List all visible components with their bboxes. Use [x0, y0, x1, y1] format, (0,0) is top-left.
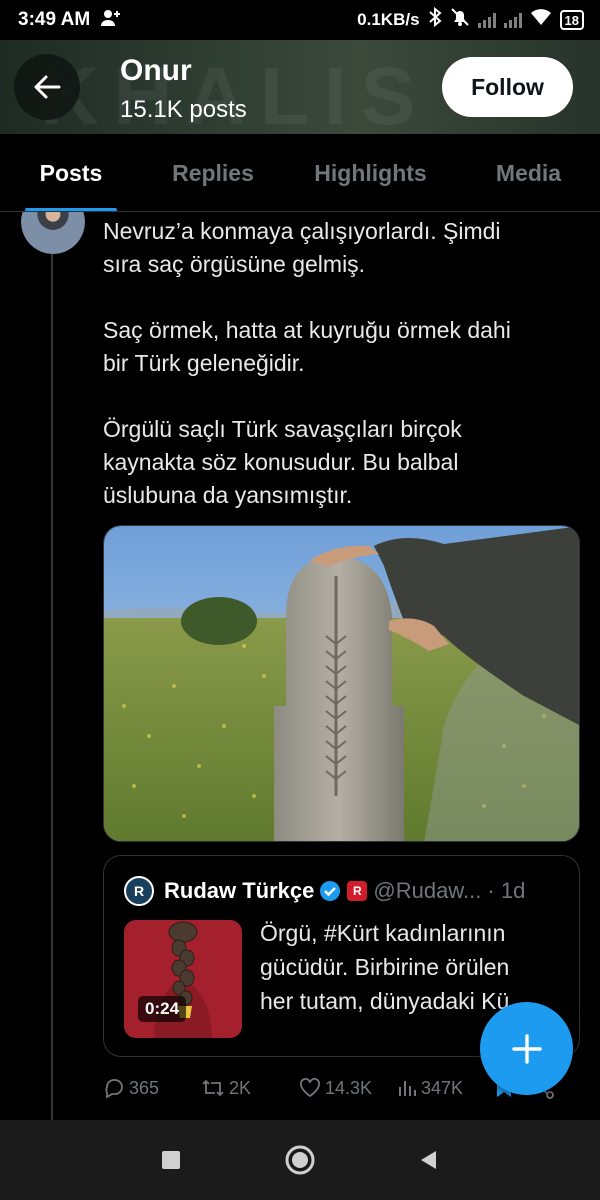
repost-button[interactable]: 2K — [201, 1077, 299, 1099]
quoted-handle: @Rudaw... · 1d — [373, 878, 526, 903]
quoted-line: gücüdür. Birbirine örülen — [260, 954, 510, 980]
bluetooth-icon — [428, 6, 442, 33]
profile-tabs: Posts Replies Highlights Media — [0, 134, 600, 212]
video-duration: 0:24 — [138, 996, 187, 1022]
post-count: 15.1K posts — [120, 96, 247, 123]
recent-apps-button[interactable] — [159, 1148, 183, 1172]
signal-icon — [477, 12, 496, 28]
mute-bell-icon — [450, 7, 470, 33]
quoted-line: Örgü, #Kürt kadınlarının — [260, 920, 506, 946]
battery-level: 18 — [564, 12, 579, 28]
repost-icon — [202, 1079, 224, 1097]
signal-icon-2 — [503, 12, 522, 28]
tweet-text: Nevruz’a konmaya çalışıyorlardı. Şimdi s… — [103, 215, 583, 512]
tweet-line: üslubuna da yansımıştır. — [103, 482, 353, 508]
views-icon — [399, 1081, 416, 1096]
tweet-line: Saç örmek, hatta at kuyruğu örmek dahi — [103, 317, 511, 343]
profile-name: Onur — [120, 54, 192, 87]
tab-posts-label: Posts — [39, 159, 103, 186]
tab-posts[interactable]: Posts — [0, 134, 142, 212]
status-time: 3:49 AM — [18, 9, 91, 30]
tweet-line: Örgülü saçlı Türk savaşçıları birçok — [103, 416, 462, 442]
thread-line — [51, 252, 53, 1120]
wifi-icon — [530, 8, 552, 32]
view-count: 347K — [421, 1077, 464, 1098]
tweet-line: Nevruz’a konmaya çalışıyorlardı. Şimdi — [103, 218, 501, 244]
verified-badge-icon — [320, 881, 341, 901]
quoted-video-thumbnail[interactable]: 0:24 — [124, 920, 242, 1038]
quoted-tweet-header: R Rudaw Türkçe R @Rudaw... · 1d — [124, 876, 564, 906]
profile-header: KHALIS Onur 15.1K posts Follow — [0, 40, 600, 134]
like-button[interactable]: 14.3K — [299, 1078, 397, 1099]
tab-replies[interactable]: Replies — [142, 134, 284, 212]
heart-icon — [300, 1078, 320, 1098]
back-button[interactable] — [14, 54, 80, 120]
plus-icon — [511, 1033, 542, 1064]
tweet-line: kaynakta söz konusudur. Bu balbal — [103, 449, 459, 475]
balbal-stone-photo — [104, 526, 579, 841]
arrow-left-icon — [34, 75, 61, 99]
back-nav-button[interactable] — [417, 1148, 441, 1172]
views-button[interactable]: 347K — [397, 1078, 495, 1099]
affiliate-badge-icon: R — [347, 881, 368, 901]
tabs-divider — [0, 211, 600, 212]
like-count: 14.3K — [325, 1077, 373, 1098]
rudaw-logo: R — [124, 876, 154, 906]
system-navigation-bar — [0, 1120, 600, 1200]
reply-icon — [105, 1079, 123, 1099]
follow-button[interactable]: Follow — [442, 57, 573, 117]
reply-button[interactable]: 365 — [103, 1077, 201, 1099]
network-speed: 0.1KB/s — [357, 10, 420, 29]
tweet-line: bir Türk geleneğidir. — [103, 350, 305, 376]
status-bar: 3:49 AM 0.1KB/s 18 — [0, 0, 600, 40]
home-button[interactable] — [283, 1143, 317, 1177]
tab-replies-label: Replies — [172, 159, 254, 186]
tab-highlights-label: Highlights — [314, 159, 427, 186]
tab-media-label: Media — [495, 159, 562, 186]
quoted-author-name: Rudaw Türkçe — [164, 878, 315, 903]
person-add-icon — [100, 9, 122, 32]
tab-media[interactable]: Media — [457, 134, 600, 212]
repost-count: 2K — [229, 1077, 252, 1098]
avatar[interactable] — [21, 212, 85, 254]
battery-icon: 18 — [559, 10, 584, 30]
reply-count: 365 — [129, 1077, 160, 1098]
tweet-media-image[interactable] — [103, 525, 580, 842]
tweet-line: sıra saç örgüsüne gelmiş. — [103, 251, 366, 277]
tab-highlights[interactable]: Highlights — [284, 134, 457, 212]
compose-post-button[interactable] — [480, 1002, 573, 1095]
